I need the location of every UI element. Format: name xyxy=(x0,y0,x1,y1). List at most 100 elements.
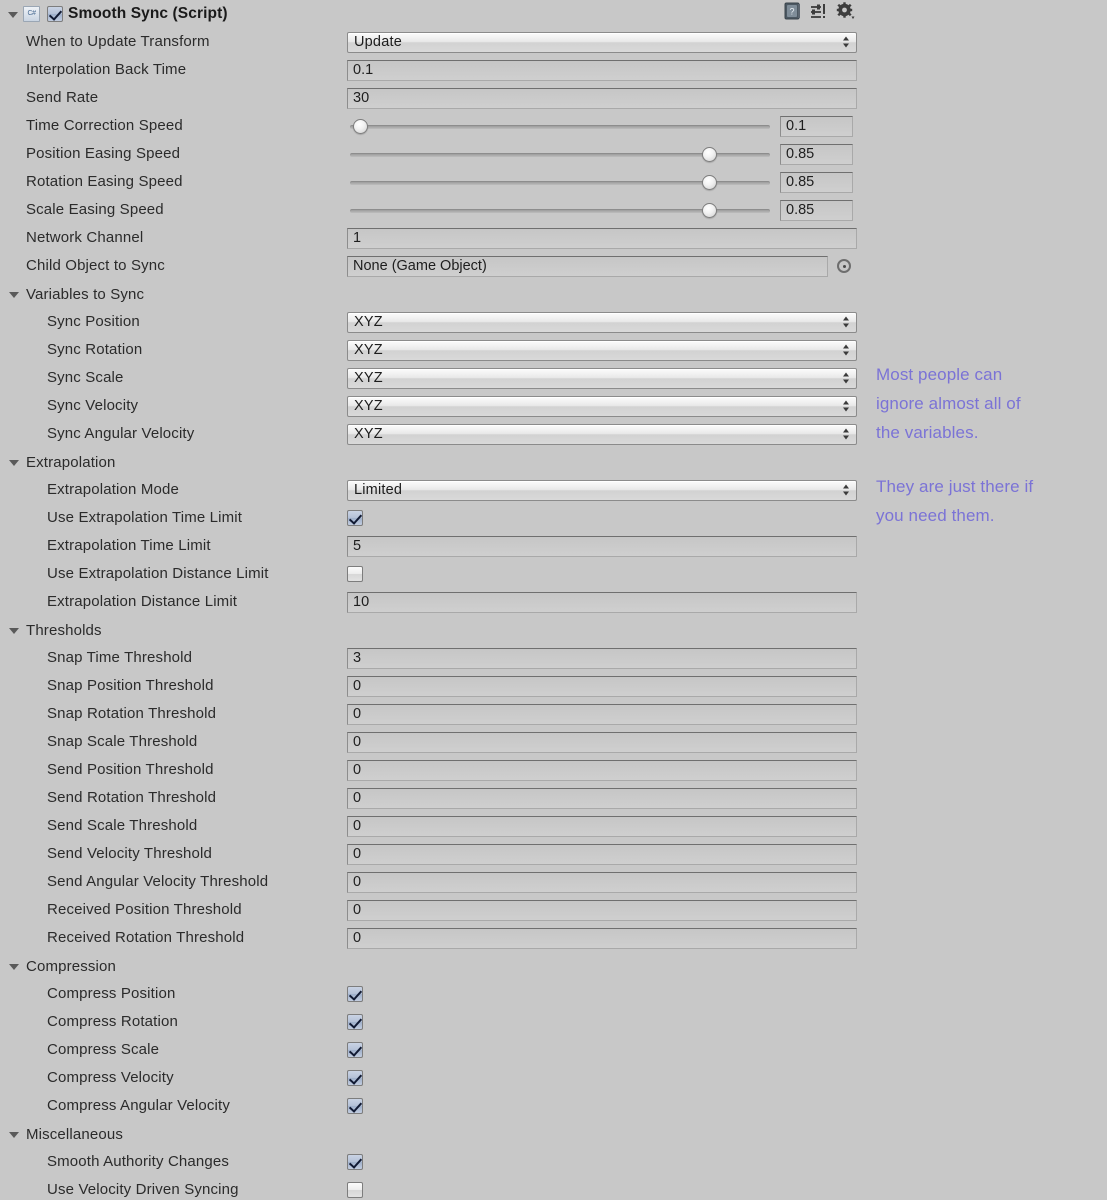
slider-position-easing-speed[interactable] xyxy=(347,144,773,165)
updown-arrows-icon xyxy=(843,484,850,497)
property-row-time-correction-speed: Time Correction Speed xyxy=(0,112,1107,140)
input-snap-position-threshold[interactable] xyxy=(347,675,857,697)
field-control-compress-velocity xyxy=(347,1067,363,1089)
field-control-extrapolation-time-limit xyxy=(347,535,857,557)
property-label: Extrapolation Time Limit xyxy=(47,537,211,554)
checkbox-use-extrapolation-distance-limit[interactable] xyxy=(347,566,363,582)
gear-icon[interactable] xyxy=(836,2,855,20)
section-header-miscellaneous[interactable]: Miscellaneous xyxy=(0,1120,1107,1148)
updown-arrows-icon xyxy=(843,400,850,413)
section-foldout-arrow-icon[interactable] xyxy=(9,624,21,636)
input-extrapolation-time-limit[interactable] xyxy=(347,535,857,557)
dropdown-sync-velocity[interactable]: XYZ xyxy=(347,395,857,417)
field-control-send-rotation-threshold xyxy=(347,787,857,809)
slider-handle[interactable] xyxy=(702,202,718,218)
checkbox-compress-position[interactable] xyxy=(347,986,363,1002)
object-picker-target-icon[interactable] xyxy=(837,259,851,273)
property-label: Snap Scale Threshold xyxy=(47,733,198,750)
property-label: Use Velocity Driven Syncing xyxy=(47,1181,239,1198)
property-row-network-channel: Network Channel xyxy=(0,224,1107,252)
slider-time-correction-speed[interactable] xyxy=(347,116,773,137)
dropdown-sync-rotation[interactable]: XYZ xyxy=(347,339,857,361)
dropdown-sync-angular-velocity[interactable]: XYZ xyxy=(347,423,857,445)
property-label: Send Rate xyxy=(26,89,99,106)
field-control-sync-scale: XYZ xyxy=(347,367,857,389)
section-header-thresholds[interactable]: Thresholds xyxy=(0,616,1107,644)
input-time-correction-speed-value[interactable] xyxy=(780,115,853,137)
field-control-when-to-update-transform: Update xyxy=(347,31,857,53)
slider-handle[interactable] xyxy=(702,146,718,162)
field-control-smooth-authority-changes xyxy=(347,1151,363,1173)
property-label: Send Angular Velocity Threshold xyxy=(47,873,269,890)
input-scale-easing-speed-value[interactable] xyxy=(780,199,853,221)
input-send-rotation-threshold[interactable] xyxy=(347,787,857,809)
field-control-compress-rotation xyxy=(347,1011,363,1033)
preset-icon[interactable] xyxy=(810,2,827,20)
property-row-use-extrapolation-distance-limit: Use Extrapolation Distance Limit xyxy=(0,560,1107,588)
field-control-send-scale-threshold xyxy=(347,815,857,837)
checkbox-compress-scale[interactable] xyxy=(347,1042,363,1058)
input-interpolation-back-time[interactable] xyxy=(347,59,857,81)
input-send-velocity-threshold[interactable] xyxy=(347,843,857,865)
property-row-child-object-to-sync: Child Object to Sync xyxy=(0,252,1107,280)
checkbox-compress-angular-velocity[interactable] xyxy=(347,1098,363,1114)
field-control-snap-scale-threshold xyxy=(347,731,857,753)
input-send-rate[interactable] xyxy=(347,87,857,109)
section-foldout-arrow-icon[interactable] xyxy=(9,456,21,468)
checkbox-compress-rotation[interactable] xyxy=(347,1014,363,1030)
component-foldout-arrow-icon[interactable] xyxy=(6,7,20,21)
input-snap-rotation-threshold[interactable] xyxy=(347,703,857,725)
component-enabled-checkbox[interactable] xyxy=(47,6,63,22)
field-control-received-rotation-threshold xyxy=(347,927,857,949)
annotation-note-1: Most people can ignore almost all of the… xyxy=(876,365,1021,442)
field-control-use-extrapolation-distance-limit xyxy=(347,563,363,585)
section-title: Thresholds xyxy=(26,621,102,639)
slider-scale-easing-speed[interactable] xyxy=(347,200,773,221)
property-row-compress-angular-velocity: Compress Angular Velocity xyxy=(0,1092,1107,1120)
property-label: Sync Angular Velocity xyxy=(47,425,195,442)
slider-handle[interactable] xyxy=(352,118,368,134)
help-icon[interactable]: ? xyxy=(784,2,801,20)
property-label: Compress Velocity xyxy=(47,1069,174,1086)
component-header-icons: ? xyxy=(784,2,855,20)
section-foldout-arrow-icon[interactable] xyxy=(9,288,21,300)
input-snap-scale-threshold[interactable] xyxy=(347,731,857,753)
input-received-rotation-threshold[interactable] xyxy=(347,927,857,949)
dropdown-extrapolation-mode[interactable]: Limited xyxy=(347,479,857,501)
property-row-send-rotation-threshold: Send Rotation Threshold xyxy=(0,784,1107,812)
checkbox-compress-velocity[interactable] xyxy=(347,1070,363,1086)
section-title: Miscellaneous xyxy=(26,1125,123,1143)
input-network-channel[interactable] xyxy=(347,227,857,249)
object-field-child-object-to-sync[interactable] xyxy=(347,255,828,277)
section-foldout-arrow-icon[interactable] xyxy=(9,1128,21,1140)
dropdown-sync-scale[interactable]: XYZ xyxy=(347,367,857,389)
dropdown-value: XYZ xyxy=(354,314,383,330)
updown-arrows-icon xyxy=(843,316,850,329)
dropdown-when-to-update-transform[interactable]: Update xyxy=(347,31,857,53)
section-header-compression[interactable]: Compression xyxy=(0,952,1107,980)
property-row-send-rate: Send Rate xyxy=(0,84,1107,112)
input-received-position-threshold[interactable] xyxy=(347,899,857,921)
property-row-send-angular-velocity-threshold: Send Angular Velocity Threshold xyxy=(0,868,1107,896)
input-extrapolation-distance-limit[interactable] xyxy=(347,591,857,613)
checkbox-smooth-authority-changes[interactable] xyxy=(347,1154,363,1170)
input-snap-time-threshold[interactable] xyxy=(347,647,857,669)
field-control-network-channel xyxy=(347,227,857,249)
component-header[interactable]: C# Smooth Sync (Script) ? xyxy=(0,0,1107,28)
input-position-easing-speed-value[interactable] xyxy=(780,143,853,165)
property-row-compress-rotation: Compress Rotation xyxy=(0,1008,1107,1036)
input-send-position-threshold[interactable] xyxy=(347,759,857,781)
section-header-variables-to-sync[interactable]: Variables to Sync xyxy=(0,280,1107,308)
input-rotation-easing-speed-value[interactable] xyxy=(780,171,853,193)
checkbox-use-extrapolation-time-limit[interactable] xyxy=(347,510,363,526)
input-send-angular-velocity-threshold[interactable] xyxy=(347,871,857,893)
section-foldout-arrow-icon[interactable] xyxy=(9,960,21,972)
checkbox-use-velocity-driven-syncing[interactable] xyxy=(347,1182,363,1198)
slider-handle[interactable] xyxy=(702,174,718,190)
dropdown-sync-position[interactable]: XYZ xyxy=(347,311,857,333)
property-row-snap-position-threshold: Snap Position Threshold xyxy=(0,672,1107,700)
property-label: Child Object to Sync xyxy=(26,257,165,274)
input-send-scale-threshold[interactable] xyxy=(347,815,857,837)
inspector-body: When to Update Transform Update Interpolat… xyxy=(0,28,1107,1200)
slider-rotation-easing-speed[interactable] xyxy=(347,172,773,193)
